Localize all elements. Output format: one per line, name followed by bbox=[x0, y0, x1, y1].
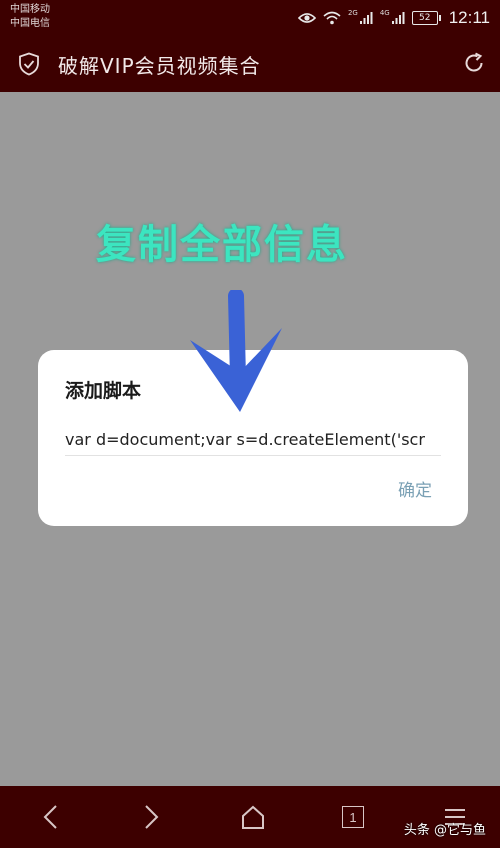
page-title: 破解VIP会员视频集合 bbox=[58, 54, 261, 78]
signal-icon-2g: 2G bbox=[347, 9, 373, 25]
carrier-label-1: 中国移动 bbox=[10, 4, 50, 15]
script-input[interactable] bbox=[65, 424, 441, 456]
confirm-button[interactable]: 确定 bbox=[398, 476, 432, 501]
network-type-label: 2G bbox=[347, 9, 358, 17]
home-icon[interactable] bbox=[236, 800, 270, 834]
forward-icon[interactable] bbox=[134, 800, 168, 834]
back-icon[interactable] bbox=[34, 800, 68, 834]
battery-icon: 52 bbox=[411, 11, 441, 25]
watermark: 头条 @它与鱼 bbox=[403, 823, 486, 838]
dialog-title: 添加脚本 bbox=[65, 380, 142, 402]
tab-count: 1 bbox=[342, 806, 364, 828]
shield-check-icon[interactable] bbox=[18, 52, 40, 76]
wifi-icon bbox=[323, 11, 341, 25]
refresh-icon[interactable] bbox=[462, 51, 486, 75]
status-icons: 2G 4G 52 12:11 bbox=[297, 0, 490, 36]
network-type-label: 4G bbox=[379, 9, 390, 17]
clock: 12:11 bbox=[448, 8, 490, 27]
bottom-navigation: 1 bbox=[0, 786, 500, 848]
tabs-icon[interactable]: 1 bbox=[336, 800, 370, 834]
app-header: 破解VIP会员视频集合 bbox=[0, 36, 500, 92]
eye-icon bbox=[297, 12, 316, 24]
instruction-text: 复制全部信息 bbox=[96, 222, 348, 268]
carrier-label-2: 中国电信 bbox=[10, 18, 50, 29]
signal-icon-4g: 4G bbox=[379, 9, 405, 25]
status-bar: 中国移动 中国电信 2G 4G 52 12:11 bbox=[0, 0, 500, 36]
down-arrow-icon bbox=[190, 290, 282, 412]
